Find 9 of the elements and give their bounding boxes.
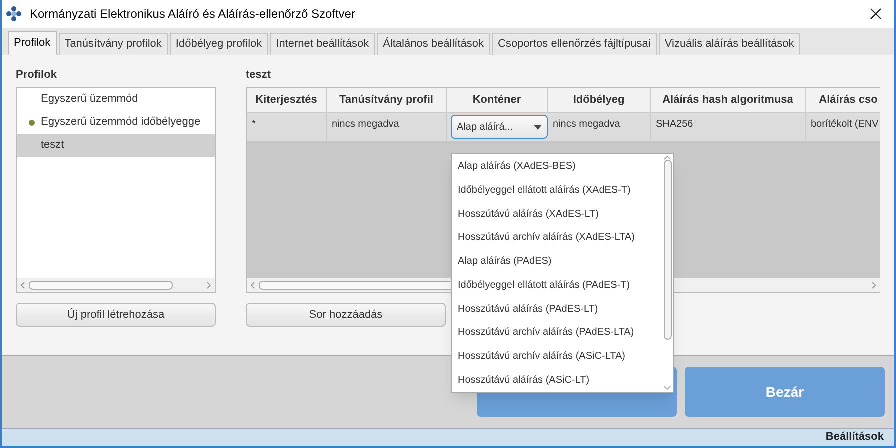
table-cell: nincs megadva — [548, 113, 651, 141]
table-cell: nincs megadva — [327, 113, 447, 141]
table-cell: * — [247, 113, 327, 141]
section-heading: teszt — [246, 68, 272, 83]
table-cell: borítékolt (ENV — [806, 113, 880, 141]
table-cell: SHA256 — [651, 113, 806, 141]
section-heading: Profilok — [16, 68, 58, 83]
window-title: Kormányzati Elektronikus Aláíró és Aláírás-ellenőrző Szoftver — [30, 6, 356, 23]
status-text: Beállítások — [826, 430, 884, 446]
